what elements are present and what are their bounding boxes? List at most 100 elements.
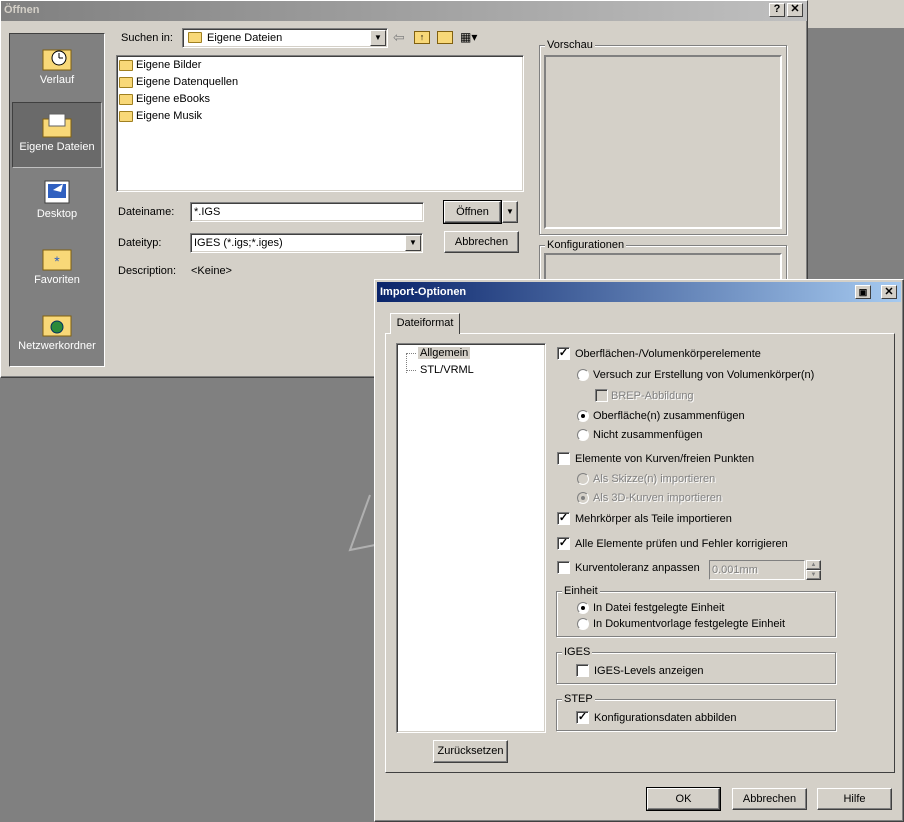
filename-label: Dateiname: xyxy=(118,206,175,218)
filename-value: *.IGS xyxy=(194,206,221,218)
list-item[interactable]: Eigene Bilder xyxy=(119,59,201,71)
multibody-checkbox[interactable]: ✓ xyxy=(557,512,570,525)
up-folder-icon[interactable]: ↑ xyxy=(414,31,430,44)
step-group-label: STEP xyxy=(562,693,595,705)
tree-item-stl-vrml[interactable]: STL/VRML xyxy=(418,364,476,376)
sidebar-item-label: Verlauf xyxy=(39,74,75,86)
brep-checkbox[interactable] xyxy=(595,389,608,402)
back-arrow-icon[interactable]: ⇦ xyxy=(393,30,407,45)
options-tree[interactable]: Allgemein STL/VRML xyxy=(396,343,546,733)
as-sketch-radio[interactable] xyxy=(577,473,589,485)
check-all-checkbox[interactable]: ✓ xyxy=(557,537,570,550)
file-list[interactable]: Eigene Bilder Eigene Datenquellen Eigene… xyxy=(116,55,524,192)
list-item[interactable]: Eigene eBooks xyxy=(119,93,210,105)
ok-button[interactable]: OK xyxy=(646,787,721,811)
import-options-dialog: Import-Optionen ▣ ✕ Dateiformat Allgemei… xyxy=(374,279,904,822)
iges-levels-checkbox[interactable] xyxy=(576,664,589,677)
import-dialog-title: Import-Optionen xyxy=(380,286,467,298)
look-in-combobox[interactable]: Eigene Dateien ▼ xyxy=(182,28,388,48)
surfaces-checkbox[interactable]: ✓ xyxy=(557,347,570,360)
as-sketch-label: Als Skizze(n) importieren xyxy=(593,473,716,485)
curves-label: Elemente von Kurven/freien Punkten xyxy=(575,453,755,465)
tree-item-general[interactable]: Allgemein xyxy=(418,347,471,359)
list-item[interactable]: Eigene Musik xyxy=(119,110,202,122)
network-folder-icon xyxy=(42,315,72,337)
close-title-button[interactable]: ✕ xyxy=(881,285,897,299)
favorites-icon: * xyxy=(42,249,72,271)
desktop-icon xyxy=(44,180,70,204)
tolerance-spinner[interactable]: ▲ ▼ xyxy=(806,560,821,580)
places-bar: Verlauf Eigene Dateien Desktop * Favorit… xyxy=(9,33,105,367)
sidebar-item-label: Favoriten xyxy=(34,274,80,286)
cancel-button[interactable]: Abbrechen xyxy=(444,231,519,253)
open-dialog-title: Öffnen xyxy=(4,4,40,16)
doc-unit-label: In Dokumentvorlage festgelegte Einheit xyxy=(593,618,786,630)
filetype-value: IGES (*.igs;*.iges) xyxy=(194,237,283,249)
no-knit-label: Nicht zusammenfügen xyxy=(593,429,703,441)
folder-icon xyxy=(119,59,133,71)
doc-unit-radio[interactable] xyxy=(577,618,589,630)
tolerance-value: 0.001mm xyxy=(712,564,758,576)
cancel-button[interactable]: Abbrechen xyxy=(732,788,807,810)
try-solid-radio[interactable] xyxy=(577,369,589,381)
preview-area xyxy=(544,55,782,229)
restore-icon[interactable]: ▣ xyxy=(855,285,871,299)
knit-radio[interactable] xyxy=(577,410,589,422)
chevron-down-icon[interactable]: ▼ xyxy=(405,235,421,251)
step-config-checkbox[interactable]: ✓ xyxy=(576,711,589,724)
sidebar-item-favorites[interactable]: * Favoriten xyxy=(12,236,102,302)
file-unit-label: In Datei festgelegte Einheit xyxy=(593,602,725,614)
no-knit-radio[interactable] xyxy=(577,429,589,441)
description-label: Description: xyxy=(118,265,177,277)
sidebar-item-my-documents[interactable]: Eigene Dateien xyxy=(12,102,102,168)
sidebar-item-network[interactable]: Netzwerkordner xyxy=(12,302,102,368)
import-dialog-titlebar: Import-Optionen ▣ ✕ xyxy=(377,282,901,302)
help-title-button[interactable]: ? xyxy=(769,3,785,17)
close-title-button[interactable]: ✕ xyxy=(787,3,803,17)
reset-button[interactable]: Zurücksetzen xyxy=(433,740,508,763)
curves-checkbox[interactable] xyxy=(557,452,570,465)
tolerance-input[interactable]: 0.001mm xyxy=(709,560,805,580)
my-documents-icon xyxy=(42,113,72,138)
list-item[interactable]: Eigene Datenquellen xyxy=(119,76,238,88)
iges-levels-label: IGES-Levels anzeigen xyxy=(594,665,704,677)
filetype-combobox[interactable]: IGES (*.igs;*.iges) ▼ xyxy=(190,233,423,253)
sidebar-item-history[interactable]: Verlauf xyxy=(12,36,102,102)
unit-group-label: Einheit xyxy=(562,585,600,597)
filename-input[interactable]: *.IGS xyxy=(190,202,424,222)
tolerance-checkbox[interactable] xyxy=(557,561,570,574)
description-value: <Keine> xyxy=(191,265,232,277)
spin-up-button[interactable]: ▲ xyxy=(806,560,821,570)
folder-icon xyxy=(119,110,133,122)
file-unit-radio[interactable] xyxy=(577,602,589,614)
open-button[interactable]: Öffnen xyxy=(443,200,502,224)
view-menu-icon[interactable]: ▦▾ xyxy=(460,31,482,45)
look-in-value: Eigene Dateien xyxy=(207,32,283,44)
help-button[interactable]: Hilfe xyxy=(817,788,892,810)
as-3d-label: Als 3D-Kurven importieren xyxy=(593,492,722,504)
open-dropdown-button[interactable]: ▼ xyxy=(502,201,518,223)
tab-file-format[interactable]: Dateiformat xyxy=(390,313,460,334)
history-icon xyxy=(42,49,72,71)
chevron-down-icon[interactable]: ▼ xyxy=(370,30,386,46)
configurations-label: Konfigurationen xyxy=(545,239,627,251)
spin-down-button[interactable]: ▼ xyxy=(806,570,821,580)
sidebar-item-label: Eigene Dateien xyxy=(19,141,95,153)
unit-group xyxy=(556,591,836,637)
sidebar-item-desktop[interactable]: Desktop xyxy=(12,170,102,236)
look-in-label: Suchen in: xyxy=(121,32,173,44)
folder-icon xyxy=(119,76,133,88)
as-3d-radio[interactable] xyxy=(577,492,589,504)
multibody-label: Mehrkörper als Teile importieren xyxy=(575,513,732,525)
workspace-area xyxy=(808,0,904,28)
try-solid-label: Versuch zur Erstellung von Volumenkörper… xyxy=(593,369,815,381)
brep-label: BREP-Abbildung xyxy=(611,390,694,402)
check-all-label: Alle Elemente prüfen und Fehler korrigie… xyxy=(575,538,788,550)
iges-group-label: IGES xyxy=(562,646,593,658)
tree-connector xyxy=(406,370,416,371)
new-folder-icon[interactable] xyxy=(437,31,453,44)
folder-icon xyxy=(188,32,202,43)
surfaces-label: Oberflächen-/Volumenkörperelemente xyxy=(575,348,761,360)
sidebar-item-label: Netzwerkordner xyxy=(18,340,96,352)
sidebar-item-label: Desktop xyxy=(36,208,78,220)
